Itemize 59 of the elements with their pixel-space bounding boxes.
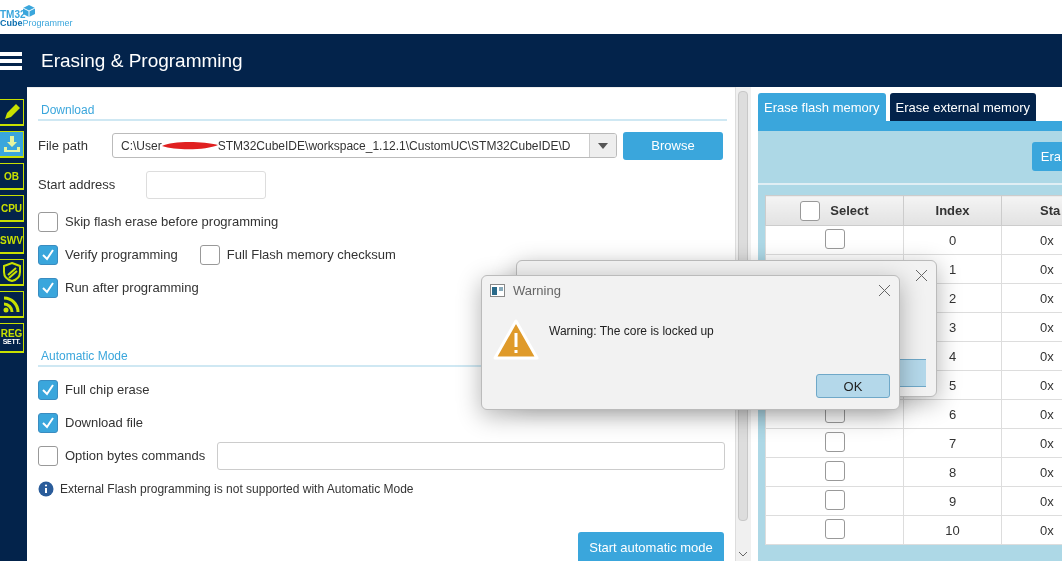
checkbox-label: Option bytes commands (65, 448, 206, 463)
checkbox[interactable] (38, 277, 58, 298)
checkbox[interactable] (38, 211, 58, 232)
checkbox[interactable] (199, 244, 220, 265)
row-checkbox[interactable] (824, 228, 845, 249)
sidebar-tab[interactable] (0, 259, 24, 286)
row-checkbox[interactable] (824, 518, 845, 539)
sidebar-tab[interactable] (0, 291, 24, 318)
app-icon (490, 283, 505, 297)
field-label: Start address (38, 177, 116, 192)
column-header: Select (765, 195, 904, 226)
table-cell: 7 (903, 428, 1002, 458)
warning-icon (493, 319, 539, 361)
table-cell: 9 (903, 486, 1002, 516)
sidebar-tab[interactable]: SWV (0, 227, 24, 254)
page-title: Erasing & Programming (41, 49, 243, 72)
checkbox-label: Run after programming (65, 280, 199, 295)
checkbox-label: Full Flash memory checksum (226, 247, 396, 262)
row-checkbox[interactable] (824, 489, 845, 510)
row-checkbox[interactable] (824, 460, 845, 481)
field-label: File path (38, 138, 89, 153)
checkbox-label: Verify programming (65, 247, 178, 262)
close-icon[interactable] (916, 270, 927, 281)
sidebar-tab[interactable]: OB (0, 163, 24, 190)
scroll-down-icon[interactable] (738, 551, 748, 557)
checkbox[interactable] (38, 244, 58, 265)
sidebar-tab[interactable]: CPU (0, 195, 24, 222)
sidebar-tab[interactable] (0, 99, 24, 126)
checkbox[interactable] (38, 445, 58, 466)
select-all-checkbox[interactable] (800, 200, 821, 221)
dialog-title: Warning (513, 282, 561, 298)
row-checkbox[interactable] (824, 431, 845, 452)
file-path-field[interactable]: C:\User STM32CubeIDE\workspace_1.12.1\CustomUC\STM32CubeIDE\D (112, 133, 617, 158)
section-heading: Download (38, 103, 727, 121)
column-header: Index (903, 195, 1002, 226)
caret-icon (598, 142, 608, 149)
dialog-message: Warning: The core is locked up (549, 324, 714, 338)
menu-icon[interactable] (0, 50, 22, 71)
table-cell: 10 (903, 515, 1002, 545)
close-icon[interactable] (879, 285, 890, 296)
download-icon (2, 135, 21, 153)
option-bytes-field[interactable] (217, 441, 726, 470)
table-cell: 6 (903, 399, 1002, 429)
checkbox[interactable] (38, 412, 58, 433)
shield-icon (2, 262, 21, 282)
checkbox-label: Skip flash erase before programming (65, 214, 279, 229)
info-text: External Flash programming is not supported with Automatic Mode (60, 482, 414, 496)
checkbox-label: Download file (65, 415, 144, 430)
start-address-field[interactable] (146, 170, 267, 199)
checkbox[interactable] (38, 379, 58, 400)
tab[interactable]: Erase external memory (889, 93, 1036, 121)
column-header: Sta (1001, 195, 1062, 226)
redaction-mark (161, 140, 218, 151)
info-icon (38, 481, 54, 497)
table-cell: 8 (903, 457, 1002, 487)
checkbox-label: Full chip erase (65, 382, 150, 397)
table-cell: 0 (903, 225, 1002, 255)
ok-button[interactable]: OK (816, 374, 890, 398)
signal-icon (1, 294, 22, 314)
